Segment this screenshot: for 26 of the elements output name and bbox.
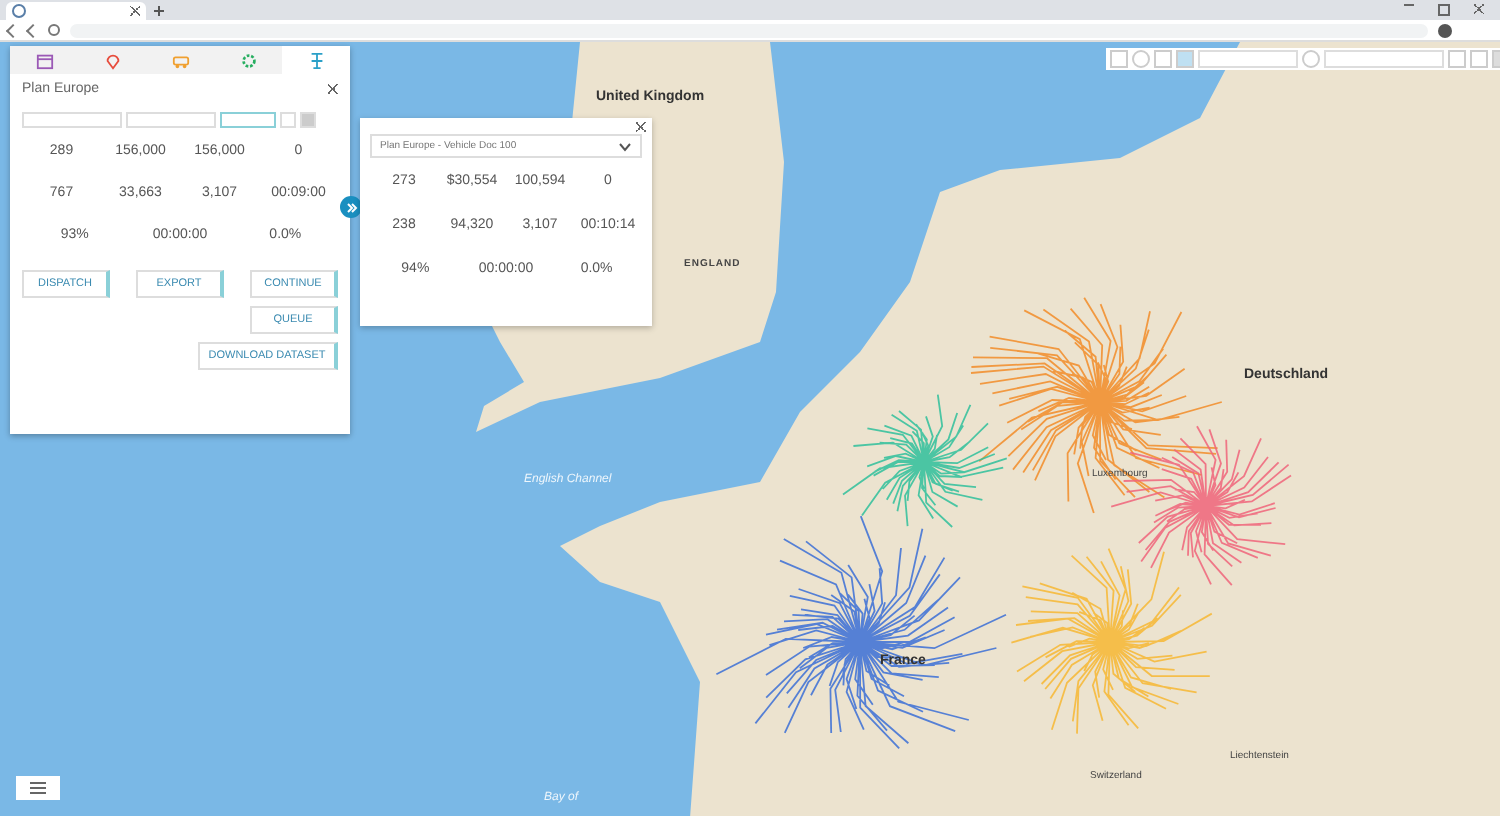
new-tab-icon[interactable] [154,5,164,15]
close-icon[interactable] [1474,4,1484,14]
close-icon[interactable] [636,122,646,132]
search-field[interactable] [126,112,216,128]
dropdown-field[interactable] [1324,50,1444,68]
frame-icon[interactable] [1110,50,1128,68]
gear-icon [239,51,257,69]
pin-icon [103,51,121,69]
dropdown-field[interactable] [1198,50,1298,68]
close-icon[interactable] [328,84,338,94]
input-field[interactable] [22,112,122,128]
minimize-icon[interactable] [1404,4,1414,6]
menu-icon [30,782,46,794]
address-field[interactable] [70,23,1428,37]
avatar-icon[interactable] [1438,23,1452,37]
calendar-icon [35,51,53,69]
close-icon[interactable] [130,6,140,16]
truck-icon [171,51,189,69]
maximize-icon[interactable] [1438,4,1450,16]
square-icon[interactable] [1470,50,1488,68]
chevron-icon [618,141,632,151]
route-icon [307,51,325,69]
panel-tab[interactable] [282,46,350,74]
menu-button[interactable] [16,776,60,800]
browser-tab[interactable] [6,2,146,20]
toggle-button[interactable] [220,112,276,128]
